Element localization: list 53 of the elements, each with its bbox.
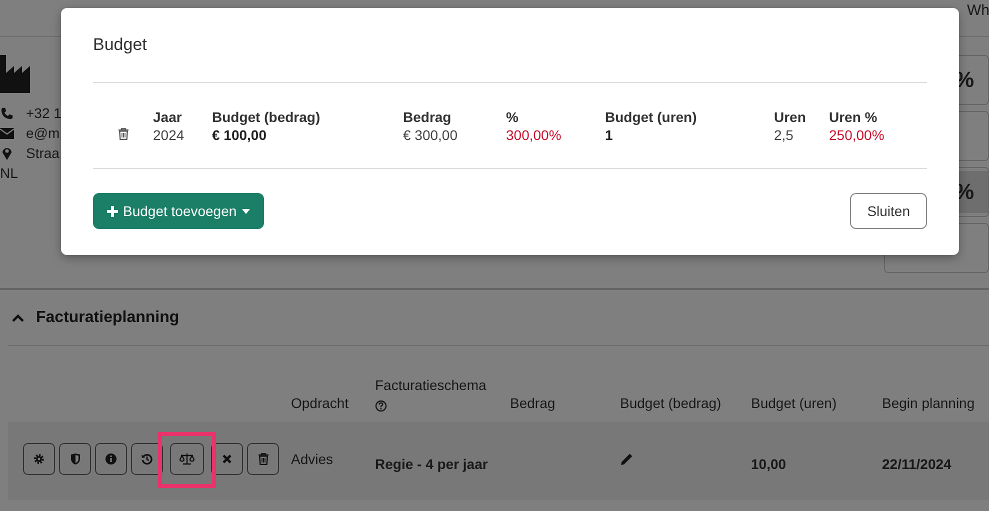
location-pin-icon (0, 146, 14, 160)
column-header: Uren % (829, 109, 878, 125)
info-button[interactable] (95, 442, 127, 474)
table-cell: 22/11/2024 (882, 456, 952, 472)
table-cell: Regie - 4 per jaar (375, 456, 488, 472)
shield-button[interactable] (59, 442, 91, 474)
trash-icon (258, 452, 268, 464)
edit-icon[interactable] (620, 452, 634, 466)
section-title: Facturatieplanning (36, 308, 180, 326)
history-icon (141, 452, 153, 464)
column-header: Budget (bedrag) (620, 394, 722, 412)
table-cell-text: 1 (605, 127, 614, 143)
column-header: Uren (774, 109, 807, 125)
settings-button[interactable] (23, 442, 55, 474)
mail-icon (0, 128, 14, 138)
column-header: Budget (uren) (605, 109, 698, 125)
column-header: Budget (bedrag) (212, 109, 322, 125)
nav-tab[interactable]: Wh (967, 0, 989, 19)
modal-title: Budget (93, 8, 927, 83)
plus-icon (107, 206, 118, 216)
phone-icon (0, 106, 14, 120)
scale-button[interactable] (170, 442, 204, 474)
table-cell-text: 2,5 (774, 127, 794, 143)
add-budget-button[interactable]: Budget toevoegen (93, 193, 264, 229)
table-cell: 10,00 (751, 456, 786, 472)
table-cell-text: € 300,00 (403, 127, 458, 143)
column-header: Opdracht (291, 394, 350, 412)
table-cell: Advies (291, 450, 334, 466)
column-header: Facturatieschema (375, 376, 488, 394)
chevron-up-icon[interactable] (12, 314, 24, 322)
address-text: Straa (26, 145, 60, 161)
table-cell-text: € 100,00 (212, 127, 268, 143)
table-cell-text: 2024 (153, 127, 186, 143)
column-header: Bedrag (510, 394, 556, 412)
email-text: e@m (26, 125, 60, 141)
column-header: Begin planning (882, 394, 976, 412)
scale-icon (179, 452, 195, 464)
table-cell-text: 250,00% (829, 127, 886, 143)
column-header: Budget (uren) (751, 394, 838, 412)
column-header: Jaar (153, 109, 183, 125)
info-icon (105, 452, 117, 464)
country-text: NL (0, 165, 18, 181)
column-header: Bedrag (403, 109, 452, 125)
caret-icon (242, 208, 250, 214)
close-button[interactable]: Sluiten (850, 193, 927, 229)
trash-icon[interactable] (118, 128, 128, 140)
close-icon (222, 454, 232, 464)
trash-button[interactable] (247, 442, 279, 474)
table-cell-text: 300,00% (506, 127, 562, 143)
settings-icon (33, 452, 45, 464)
shield-icon (70, 452, 80, 464)
column-header: % (506, 109, 520, 125)
phone-text: +32 1 (26, 105, 62, 121)
